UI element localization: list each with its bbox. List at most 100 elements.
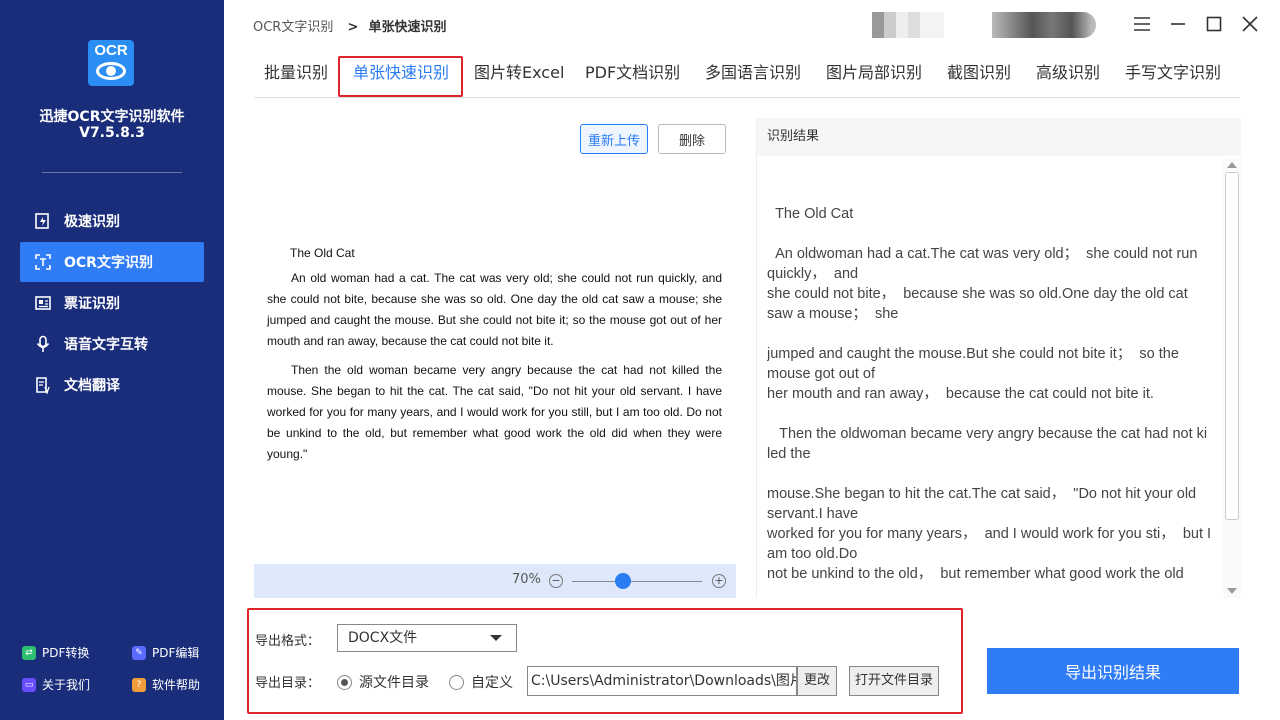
result-line: worked for you for many years， and I wou… (767, 526, 1216, 562)
scroll-down-icon[interactable] (1227, 588, 1237, 594)
result-line (767, 464, 1217, 484)
pdf-edit-label: PDF编辑 (152, 646, 200, 660)
tab-batch[interactable]: 批量识别 (264, 56, 328, 96)
sidebar-item-label: OCR文字识别 (64, 255, 153, 271)
eye-pupil (106, 66, 116, 76)
radio-source-label: 源文件目录 (359, 675, 429, 691)
sidebar-item-label: 票证识别 (64, 296, 120, 312)
tab-advanced[interactable]: 高级识别 (1036, 56, 1100, 96)
result-line: jumped and caught the mouse.But she coul… (767, 346, 1183, 382)
document-image: The Old Cat An old woman had a cat. The … (267, 246, 722, 473)
delete-button[interactable]: 删除 (658, 124, 726, 154)
export-format-value: DOCX文件 (348, 630, 418, 646)
tab-handwriting[interactable]: 手写文字识别 (1125, 56, 1221, 96)
change-dir-button[interactable]: 更改 (797, 666, 837, 696)
maximize-icon[interactable] (1204, 14, 1224, 34)
logo-text: OCR (94, 42, 128, 59)
pdf-convert-label: PDF转换 (42, 646, 90, 660)
blurred-user-info[interactable] (992, 12, 1096, 38)
active-tab-highlight (338, 56, 463, 97)
scroll-up-icon[interactable] (1227, 162, 1237, 168)
help-label: 软件帮助 (152, 678, 201, 692)
zoom-slider-thumb[interactable] (614, 573, 631, 589)
radio-checked (337, 674, 352, 690)
radio-unchecked (449, 674, 464, 690)
result-panel: 识别结果 The Old Cat An oldwoman had a cat.T… (756, 118, 1241, 598)
zoom-slider-track[interactable] (572, 581, 702, 582)
sidebar-item-translate[interactable]: 文档翻译 (20, 365, 204, 405)
result-line (767, 404, 1217, 424)
document-paragraph: An old woman had a cat. The cat was very… (267, 271, 722, 348)
app-logo: OCR (88, 40, 134, 86)
reupload-button[interactable]: 重新上传 (580, 124, 648, 154)
open-folder-button[interactable]: 打开文件目录 (849, 666, 939, 696)
export-results-button[interactable]: 导出识别结果 (987, 648, 1239, 694)
export-settings: 导出格式： DOCX文件 导出目录： 源文件目录 自定义 C:\Users\Ad… (247, 608, 963, 714)
sidebar-item-label: 文档翻译 (64, 378, 120, 394)
breadcrumb-parent[interactable]: OCR文字识别 (253, 20, 333, 35)
about-us-link[interactable]: ▭ 关于我们 (22, 676, 90, 693)
result-line (767, 224, 1217, 244)
help-link[interactable]: ? 软件帮助 (132, 676, 200, 693)
pdf-convert-icon: ⇄ (22, 645, 36, 660)
radio-custom-label: 自定义 (471, 675, 513, 691)
help-icon: ? (132, 677, 146, 692)
breadcrumb-current: 单张快速识别 (368, 20, 447, 35)
radio-custom-dir[interactable]: 自定义 (449, 672, 513, 692)
sidebar-item-voice[interactable]: 语音文字互转 (20, 324, 204, 364)
lightning-icon (34, 212, 52, 230)
export-path-input[interactable]: C:\Users\Administrator\Downloads\图片 (527, 666, 797, 696)
tab-screenshot[interactable]: 截图识别 (947, 56, 1011, 96)
zoom-in-icon[interactable]: + (712, 574, 726, 588)
tab-bar: 批量识别 单张快速识别 图片转Excel PDF文档识别 多国语言识别 图片局部… (254, 56, 1240, 98)
sidebar-item-ocr[interactable]: OCR文字识别 (20, 242, 204, 282)
about-us-label: 关于我们 (42, 678, 91, 692)
tab-multilanguage[interactable]: 多国语言识别 (705, 56, 801, 96)
chevron-down-icon (490, 635, 502, 641)
pdf-convert-link[interactable]: ⇄ PDF转换 (22, 644, 89, 661)
export-format-select[interactable]: DOCX文件 (337, 624, 517, 652)
tab-pdf[interactable]: PDF文档识别 (585, 56, 680, 96)
result-line: not be unkind to the old， but remember w… (767, 566, 1184, 582)
scan-icon (34, 253, 52, 271)
result-line: Then the oldwoman became very angry beca… (767, 426, 1212, 462)
close-icon[interactable] (1240, 14, 1260, 34)
sidebar-item-label: 极速识别 (64, 214, 120, 230)
sidebar-item-label: 语音文字互转 (64, 337, 148, 353)
sidebar: OCR 迅捷OCR文字识别软件 V7.5.8.3 极速识别 OCR文字识别 票证… (0, 0, 224, 720)
breadcrumb: OCR文字识别 > 单张快速识别 (253, 16, 447, 35)
document-paragraph: Then the old woman became very angry bec… (267, 363, 722, 461)
image-preview-panel: 重新上传 删除 The Old Cat An old woman had a c… (254, 118, 736, 598)
app-version: V7.5.8.3 (79, 125, 145, 141)
sidebar-item-fast-ocr[interactable]: 极速识别 (20, 201, 204, 241)
scroll-thumb[interactable] (1225, 172, 1239, 520)
zoom-value: 70% (512, 572, 541, 587)
microphone-icon (34, 335, 52, 353)
tab-partial[interactable]: 图片局部识别 (826, 56, 922, 96)
result-line: The Old Cat (767, 206, 854, 222)
tab-image-to-excel[interactable]: 图片转Excel (474, 56, 564, 96)
about-icon: ▭ (22, 677, 36, 692)
sidebar-item-ticket[interactable]: 票证识别 (20, 283, 204, 323)
pdf-edit-icon: ✎ (132, 645, 146, 660)
sidebar-divider (42, 172, 182, 173)
pdf-edit-link[interactable]: ✎ PDF编辑 (132, 644, 199, 661)
minimize-icon[interactable] (1168, 14, 1188, 34)
export-dir-label: 导出目录： (255, 676, 321, 691)
result-line (767, 324, 1217, 344)
zoom-out-icon[interactable]: − (549, 574, 563, 588)
result-line: she could not bite， because she was so o… (767, 286, 1192, 322)
result-scrollbar[interactable] (1223, 158, 1241, 598)
blurred-avatar[interactable] (872, 12, 944, 38)
result-line: An oldwoman had a cat.The cat was very o… (767, 246, 1202, 282)
export-format-label: 导出格式： (255, 634, 321, 649)
result-header: 识别结果 (757, 118, 1241, 156)
result-line: her mouth and ran away， because the cat … (767, 386, 1154, 402)
radio-source-dir[interactable]: 源文件目录 (337, 672, 429, 692)
breadcrumb-separator: > (347, 20, 359, 35)
menu-icon[interactable] (1132, 14, 1152, 34)
ticket-icon (34, 294, 52, 312)
app-name: 迅捷OCR文字识别软件 (39, 109, 185, 125)
result-text-area[interactable]: The Old Cat An oldwoman had a cat.The ca… (767, 204, 1217, 598)
zoom-bar: 70% − + (254, 564, 736, 598)
